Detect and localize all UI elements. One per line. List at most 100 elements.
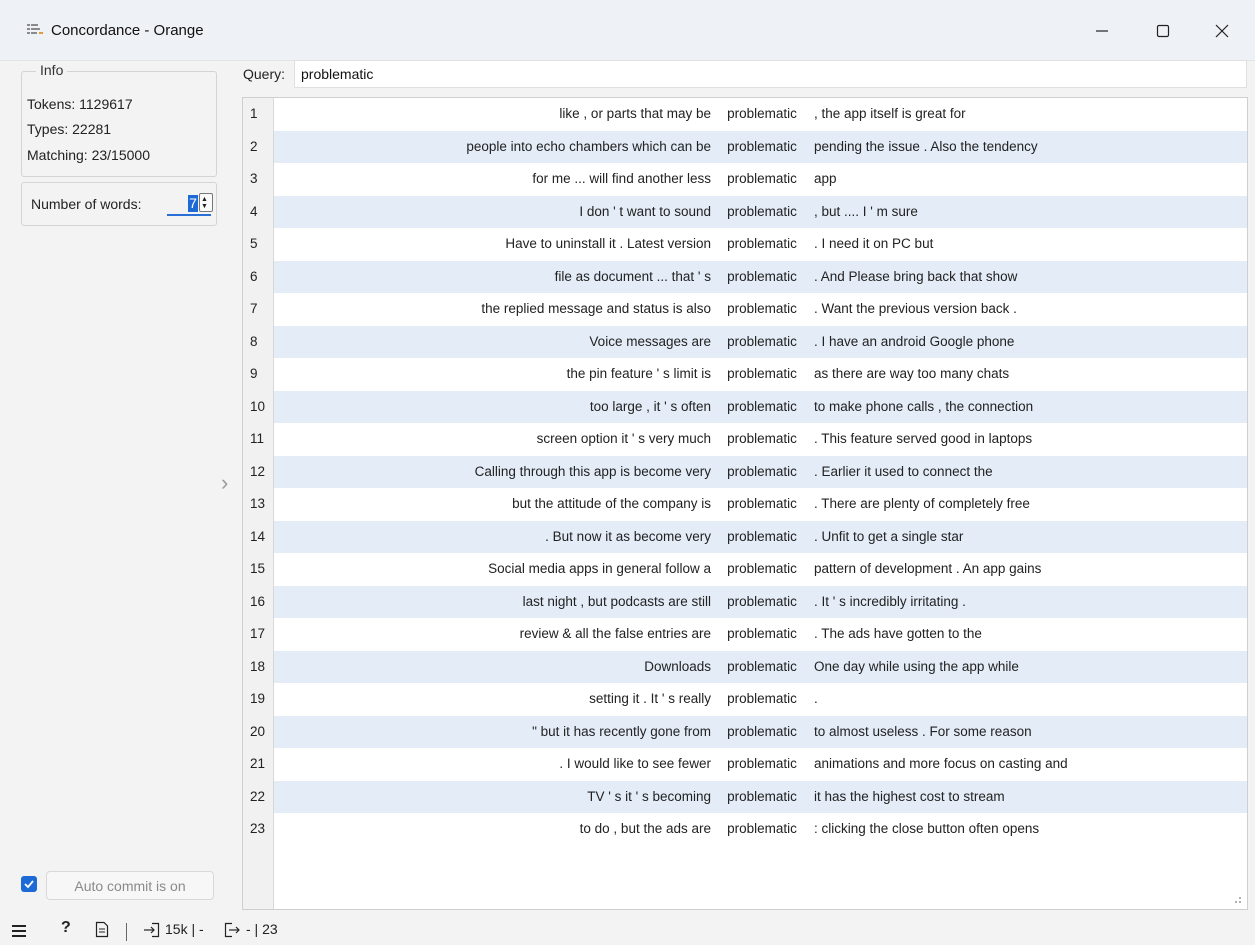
row-number: 5 [250, 236, 258, 251]
table-row[interactable]: 7 the replied message and status is also p… [243, 293, 1247, 326]
table-row[interactable]: 9 the pin feature ' s limit is problematic… [243, 358, 1247, 391]
table-row[interactable]: 22 TV ' s it ' s becoming problematic it ha… [243, 780, 1247, 813]
number-of-words-value[interactable]: 7 [188, 195, 198, 212]
table-row[interactable]: 1 like , or parts that may be problematic,… [243, 98, 1247, 131]
right-context: to almost useless . For some reason [814, 723, 1032, 739]
tokens-count: Tokens: 1129617 [27, 96, 133, 112]
table-row[interactable]: 14 . But now it as become very problematic… [243, 520, 1247, 553]
query-label: Query: [243, 66, 286, 82]
keyword: problematic [727, 268, 797, 284]
row-number: 7 [250, 301, 258, 316]
row-cells: Have to uninstall it . Latest version pro… [274, 228, 1247, 261]
left-context: the replied message and status is also [481, 301, 711, 316]
left-context: TV ' s it ' s becoming [587, 788, 711, 804]
table-row[interactable]: 17 review & all the false entries are prob… [243, 618, 1247, 651]
status-bar: ? 15k | - - | 23 [0, 915, 1255, 945]
table-row[interactable]: 5 Have to uninstall it . Latest version pr… [243, 228, 1247, 261]
table-row[interactable]: 18 Downloads problematic One day while usin… [243, 650, 1247, 683]
auto-commit-checkbox[interactable] [21, 876, 37, 892]
left-context: too large , it ' s often [589, 398, 711, 414]
table-row[interactable]: 10 too large , it ' s often problematic to … [243, 390, 1247, 423]
keyword: problematic [727, 398, 797, 414]
output-icon [224, 922, 240, 938]
table-row[interactable]: 20 " but it has recently gone from problem… [243, 715, 1247, 748]
table-row[interactable]: 2 people into echo chambers which can be p… [243, 130, 1247, 163]
window-title: Concordance - Orange [51, 22, 204, 39]
keyword: problematic [727, 561, 797, 576]
left-context: to do , but the ads are [579, 821, 711, 836]
spin-down-icon[interactable]: ▼ [201, 203, 208, 210]
auto-commit-button[interactable]: Auto commit is on [46, 871, 214, 900]
matching-count: Matching: 23/15000 [27, 147, 150, 163]
resize-grip-icon[interactable] [1232, 894, 1242, 904]
keyword: problematic [727, 528, 797, 544]
row-number: 2 [250, 138, 258, 154]
close-button[interactable] [1199, 14, 1245, 46]
table-row[interactable]: 8 Voice messages are problematic . I have a… [243, 325, 1247, 358]
keyword: problematic [727, 138, 797, 154]
row-number: 11 [250, 431, 265, 446]
words-box: Number of words: 7 ▲ ▼ [21, 182, 217, 226]
row-cells: people into echo chambers which can be pr… [274, 130, 1247, 163]
keyword: problematic [727, 723, 797, 739]
row-cells: for me ... will find another less problem… [274, 163, 1247, 196]
table-row[interactable]: 19 setting it . It ' s really problematic. [243, 683, 1247, 716]
row-number: 10 [250, 398, 266, 414]
row-number: 6 [250, 268, 258, 284]
keyword: problematic [727, 333, 797, 349]
table-row[interactable]: 6 file as document ... that ' s problemati… [243, 260, 1247, 293]
row-cells: Calling through this app is become very p… [274, 455, 1247, 488]
row-cells: . I would like to see fewer problematic an… [274, 748, 1247, 781]
row-cells: like , or parts that may be problematic , … [274, 98, 1247, 131]
query-input[interactable]: problematic [294, 60, 1247, 88]
row-cells: TV ' s it ' s becoming problematic it has … [274, 780, 1247, 813]
keyword: problematic [727, 788, 797, 804]
row-cells: Downloads problematic One day while using … [274, 650, 1247, 683]
table-row[interactable]: 3 for me ... will find another less proble… [243, 163, 1247, 196]
table-row[interactable]: 23 to do , but the ads are problematic: cl… [243, 813, 1247, 846]
maximize-button[interactable] [1140, 14, 1186, 46]
right-context: . It ' s incredibly irritating . [814, 593, 966, 609]
info-legend: Info [36, 62, 68, 78]
table-row[interactable]: 11 screen option it ' s very much problema… [243, 423, 1247, 456]
table-row[interactable]: 15 Social media apps in general follow a p… [243, 553, 1247, 586]
table-row[interactable]: 12 Calling through this app is become ver… [243, 455, 1247, 488]
spin-up-icon[interactable]: ▲ [201, 196, 208, 203]
left-context: file as document ... that ' s [554, 268, 711, 284]
menu-icon[interactable] [11, 924, 27, 938]
table-row[interactable]: 4 I don ' t want to sound problematic , but… [243, 195, 1247, 228]
right-context: as there are way too many chats [814, 366, 1010, 381]
keyword: problematic [727, 171, 797, 186]
keyword: problematic [727, 658, 797, 674]
table-row[interactable]: 13 but the attitude of the company is prob… [243, 488, 1247, 521]
status-separator [126, 923, 127, 941]
close-icon [1215, 24, 1229, 38]
help-icon[interactable]: ? [61, 919, 71, 937]
table-row[interactable]: 16 last night , but podcasts are still pro… [243, 585, 1247, 618]
right-context: One day while using the app while [814, 658, 1019, 674]
keyword: problematic [727, 626, 797, 641]
keyword: problematic [727, 236, 797, 251]
chevron-right-icon[interactable]: › [221, 470, 228, 496]
left-context: review & all the false entries are [519, 626, 711, 641]
row-cells: Social media apps in general follow a pro… [274, 553, 1247, 586]
left-context: Have to uninstall it . Latest version [505, 236, 711, 251]
row-cells: " but it has recently gone from problemat… [274, 715, 1247, 748]
left-context: for me ... will find another less [532, 171, 711, 186]
title-bar: Concordance - Orange [0, 0, 1255, 61]
minimize-button[interactable] [1079, 14, 1125, 46]
row-number: 21 [250, 756, 266, 771]
left-context: like , or parts that may be [559, 106, 711, 121]
table-row[interactable]: 21 . I would like to see fewer problematic… [243, 748, 1247, 781]
concordance-table[interactable]: 1 like , or parts that may be problematic,… [242, 97, 1248, 910]
right-context: . I need it on PC but [814, 236, 934, 251]
row-number: 9 [250, 366, 258, 381]
number-of-words-spinbox[interactable]: 7 ▲ ▼ [167, 192, 213, 216]
row-number: 23 [250, 821, 266, 836]
left-context: the pin feature ' s limit is [566, 366, 711, 381]
spin-stepper[interactable]: ▲ ▼ [199, 193, 213, 212]
report-icon[interactable] [95, 921, 109, 938]
row-cells: review & all the false entries are proble… [274, 618, 1247, 651]
keyword: problematic [727, 593, 797, 609]
keyword: problematic [727, 301, 797, 316]
